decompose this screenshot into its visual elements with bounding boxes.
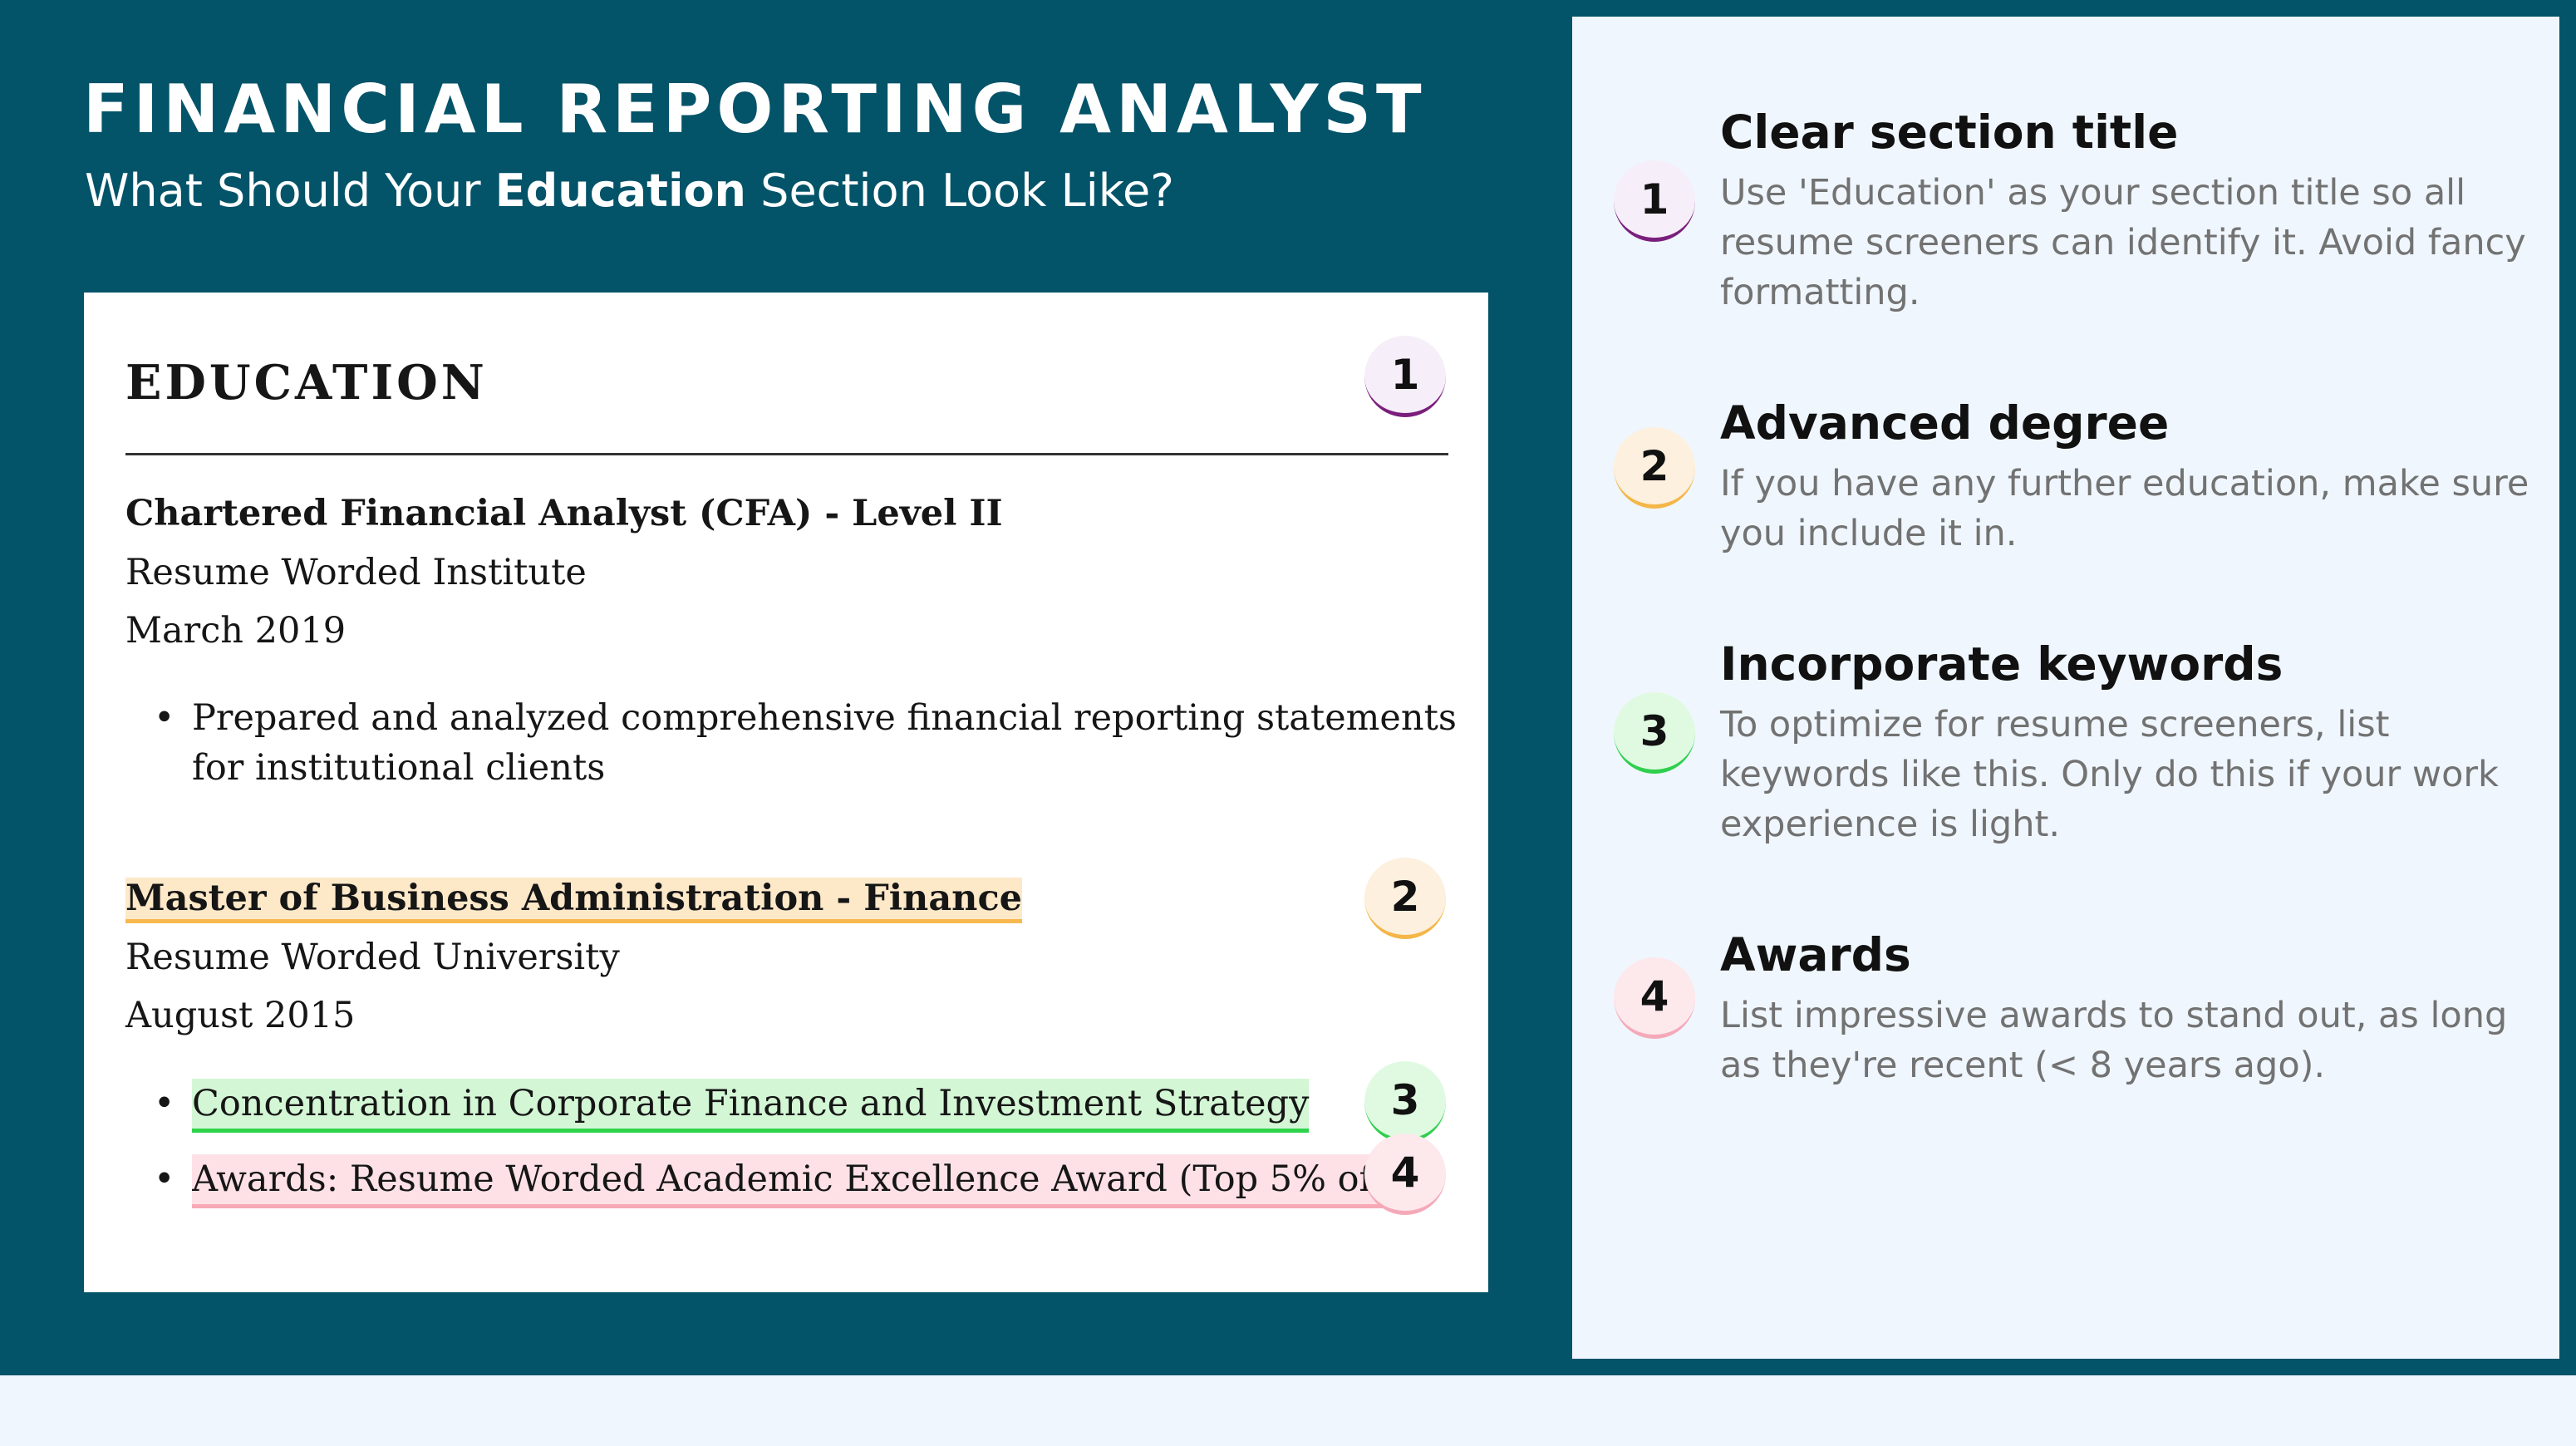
keyword-highlight: Concentration in Corporate Finance and I… [192,1079,1310,1133]
tip-1-badge: 1 [1614,160,1695,242]
badge-4: 4 [1364,1134,1446,1215]
education-section-title: EDUCATION [125,355,488,411]
entry-2-school: Resume Worded University [125,937,620,978]
tip-1-title: Clear section title [1720,106,2179,159]
page-title: FINANCIAL REPORTING ANALYST [83,71,1427,148]
tips-panel: 1 Clear section title Use 'Education' as… [1572,17,2559,1359]
degree-highlight: Master of Business Administration - Fina… [125,878,1022,923]
badge-2: 2 [1364,858,1446,939]
entry-1-school: Resume Worded Institute [125,552,587,593]
tip-2-body: If you have any further education, make … [1720,463,2529,554]
tip-2-badge: 2 [1614,427,1695,509]
entry-2-date: August 2015 [125,995,356,1036]
entry-2-degree: Master of Business Administration - Fina… [125,878,1022,923]
resume-example-card: EDUCATION 1 Chartered Financial Analyst … [84,293,1488,1292]
tip-2-title: Advanced degree [1720,396,2170,450]
badge-1: 1 [1364,336,1446,417]
tip-3-title: Incorporate keywords [1720,637,2283,691]
subtitle-emphasis: Education [494,165,747,217]
page-subtitle: What Should Your Education Section Look … [85,169,1174,214]
tip-3-badge: 3 [1614,692,1695,774]
tip-4-title: Awards [1720,928,1911,981]
bullet-marker: • [154,697,175,739]
bullet-marker: • [154,1158,175,1200]
subtitle-end: Section Look Like? [746,165,1174,217]
section-divider [125,453,1448,455]
tip-4-body: List impressive awards to stand out, as … [1720,995,2508,1086]
subtitle-start: What Should Your [85,165,495,217]
bullet-text: for institutional clients [192,747,606,789]
bullet-marker: • [154,1083,175,1124]
tip-3-body: To optimize for resume screeners, list k… [1720,704,2499,845]
bullet-text: Prepared and analyzed comprehensive fina… [192,697,1457,739]
award-highlight: Awards: Resume Worded Academic Excellenc… [192,1154,1389,1208]
entry-1-degree: Chartered Financial Analyst (CFA) - Leve… [125,493,1003,534]
badge-3: 3 [1364,1061,1446,1143]
tip-4-badge: 4 [1614,957,1695,1039]
entry-1-date: March 2019 [125,610,347,652]
tip-1-body: Use 'Education' as your section title so… [1720,172,2526,313]
